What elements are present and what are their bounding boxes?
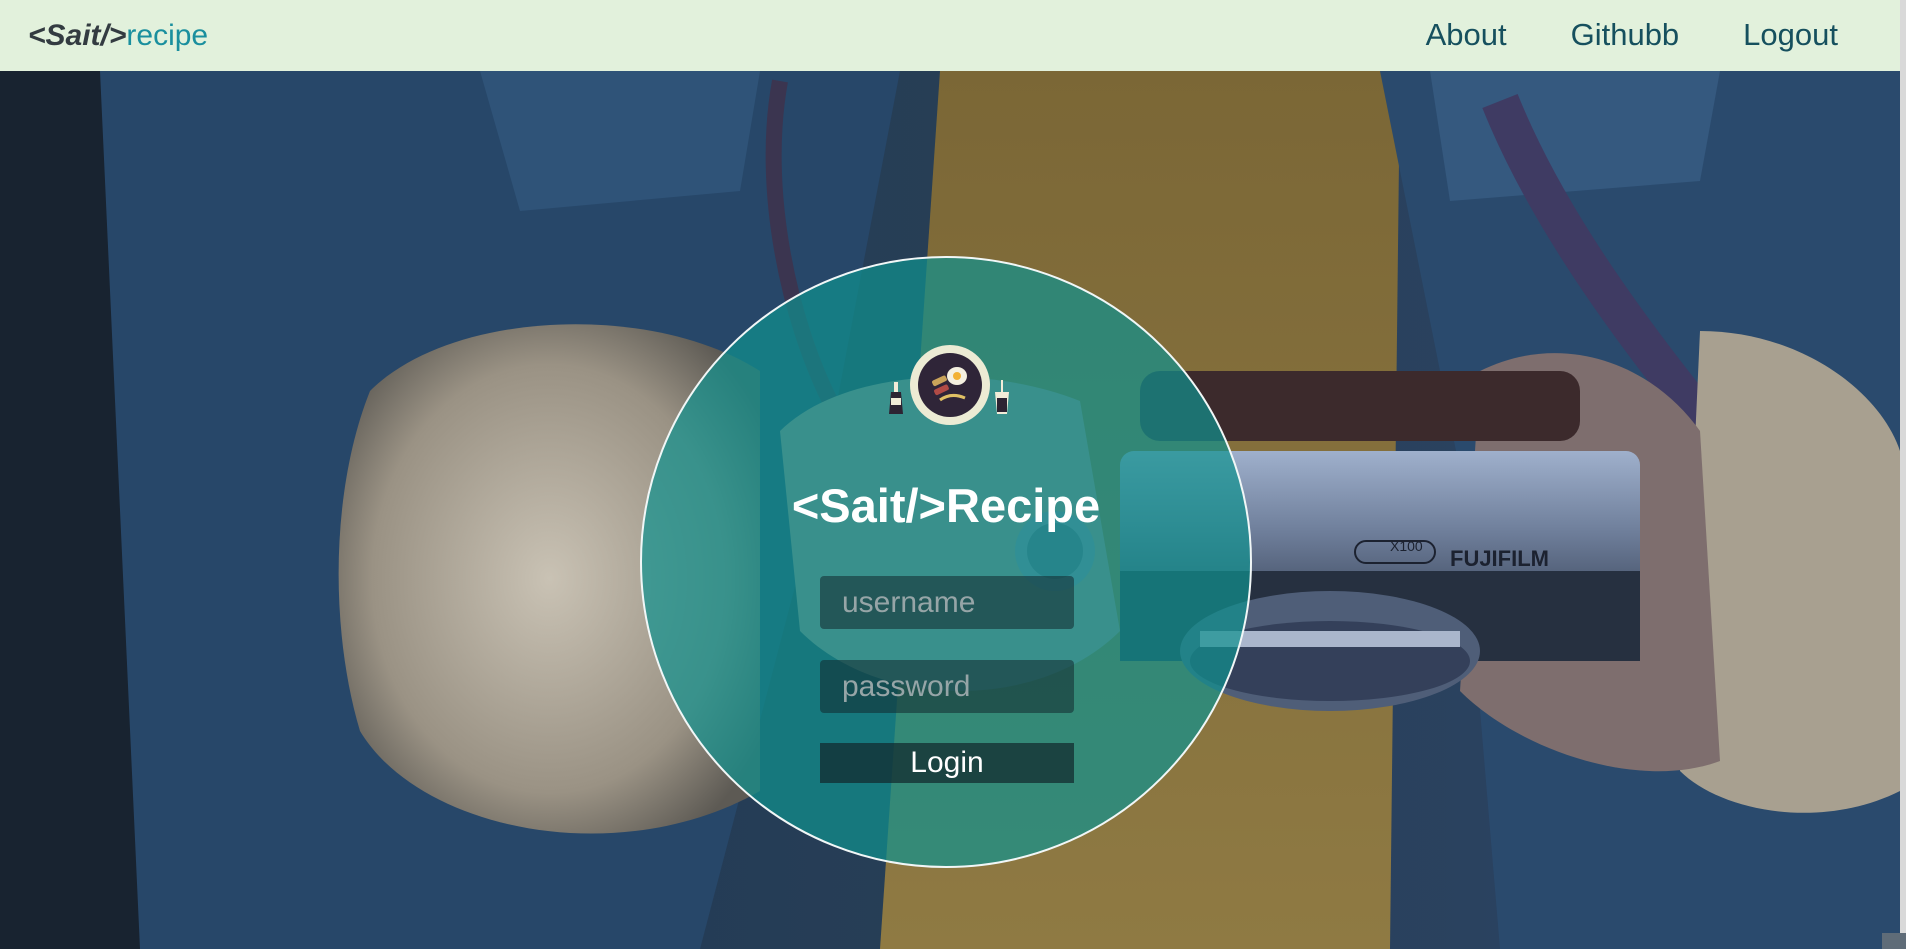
- page-scrollbar[interactable]: [1900, 0, 1906, 949]
- soy-sauce-bottle-icon: [889, 382, 903, 414]
- nav-github-link[interactable]: Githubb: [1571, 15, 1680, 55]
- app-logo: [885, 342, 1015, 432]
- camera-brand-text: FUJIFILM: [1450, 546, 1549, 571]
- brand-logo[interactable]: <Sait/>recipe: [28, 18, 208, 54]
- app-title: <Sait/>Recipe: [791, 479, 1101, 532]
- nav-about-link[interactable]: About: [1426, 15, 1507, 55]
- login-panel: <Sait/>Recipe Login: [640, 256, 1252, 868]
- brand-tag: <Sait/>: [28, 19, 127, 52]
- food-plate-icon: [910, 345, 990, 425]
- password-input[interactable]: [820, 660, 1074, 713]
- scrollbar-corner: [1882, 933, 1906, 949]
- username-input[interactable]: [820, 576, 1074, 629]
- nav-links: About Githubb Logout: [1426, 15, 1838, 55]
- drink-glass-icon: [995, 380, 1009, 414]
- top-navbar: <Sait/>recipe About Githubb Logout: [0, 0, 1906, 71]
- login-button[interactable]: Login: [820, 743, 1074, 783]
- nav-logout-link[interactable]: Logout: [1743, 15, 1838, 55]
- brand-name: recipe: [126, 19, 209, 52]
